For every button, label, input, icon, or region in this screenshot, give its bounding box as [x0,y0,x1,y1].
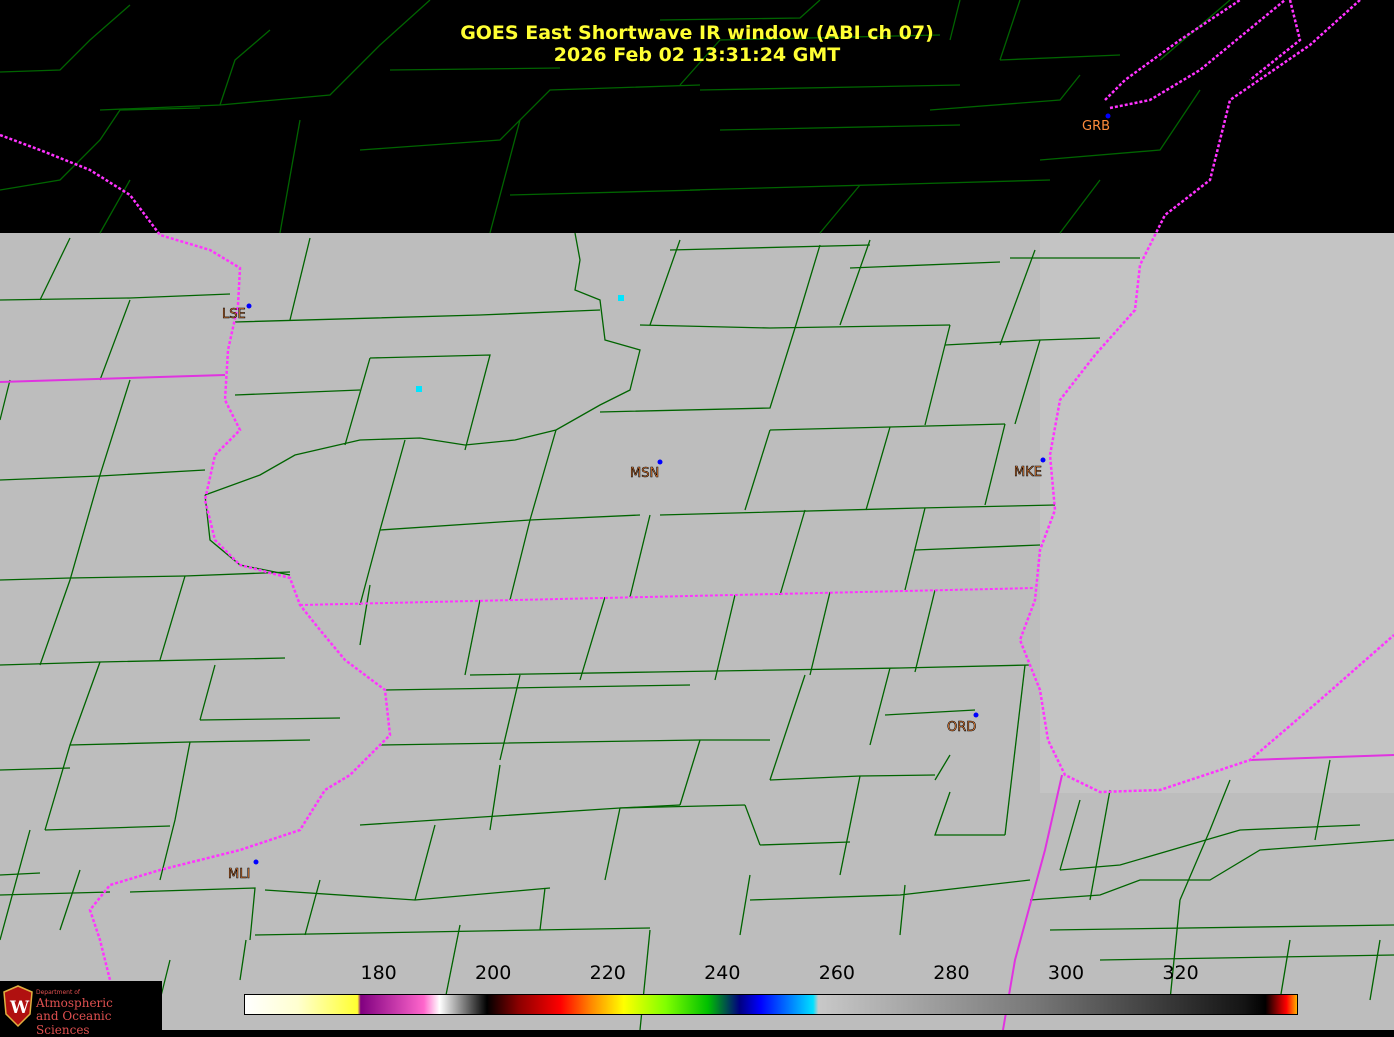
colorbar-tick-label: 260 [818,962,856,984]
station-label: MKE [1014,465,1042,480]
map-timestamp: 2026 Feb 02 13:31:24 GMT [553,44,841,66]
station-dot [253,859,259,865]
logo-line2: and Oceanic Sciences [36,1009,112,1037]
cold-pixel [416,386,422,392]
uw-crest-icon: W [3,985,33,1028]
station-dot [973,712,979,718]
colorbar-tick-label: 180 [360,962,397,984]
colorbar-tick-label: 320 [1162,962,1199,984]
station-dot [1105,113,1111,119]
svg-text:W: W [9,998,30,1018]
colorbar-tick-label: 200 [475,962,512,984]
colorbar-tick-label: 300 [1047,962,1085,984]
lake-michigan-region [1040,233,1394,793]
logo-dept-text: Department of [36,989,80,996]
map-title: GOES East Shortwave IR window (ABI ch 07… [460,22,934,44]
station-dot [657,459,663,465]
station-label: ORD [947,720,976,735]
cold-pixel [618,295,624,301]
colorbar-tick-label: 240 [704,962,741,984]
logo-line1: Atmospheric [36,996,113,1010]
station-label: MSN [630,466,659,481]
colorbar-tick-label: 280 [933,962,970,984]
station-label: LSE [222,307,246,322]
colorbar-tick-label: 220 [589,962,626,984]
station-label: MLI [228,867,250,882]
colorbar [244,994,1298,1015]
station-label: GRB [1082,119,1110,134]
station-dot [1040,457,1046,463]
station-dot [246,303,252,309]
uw-aos-logo: W Department of Atmospheric and Oceanic … [0,981,162,1037]
satellite-map: GRB LSE MSN MKE ORD MLI [0,0,1394,1030]
